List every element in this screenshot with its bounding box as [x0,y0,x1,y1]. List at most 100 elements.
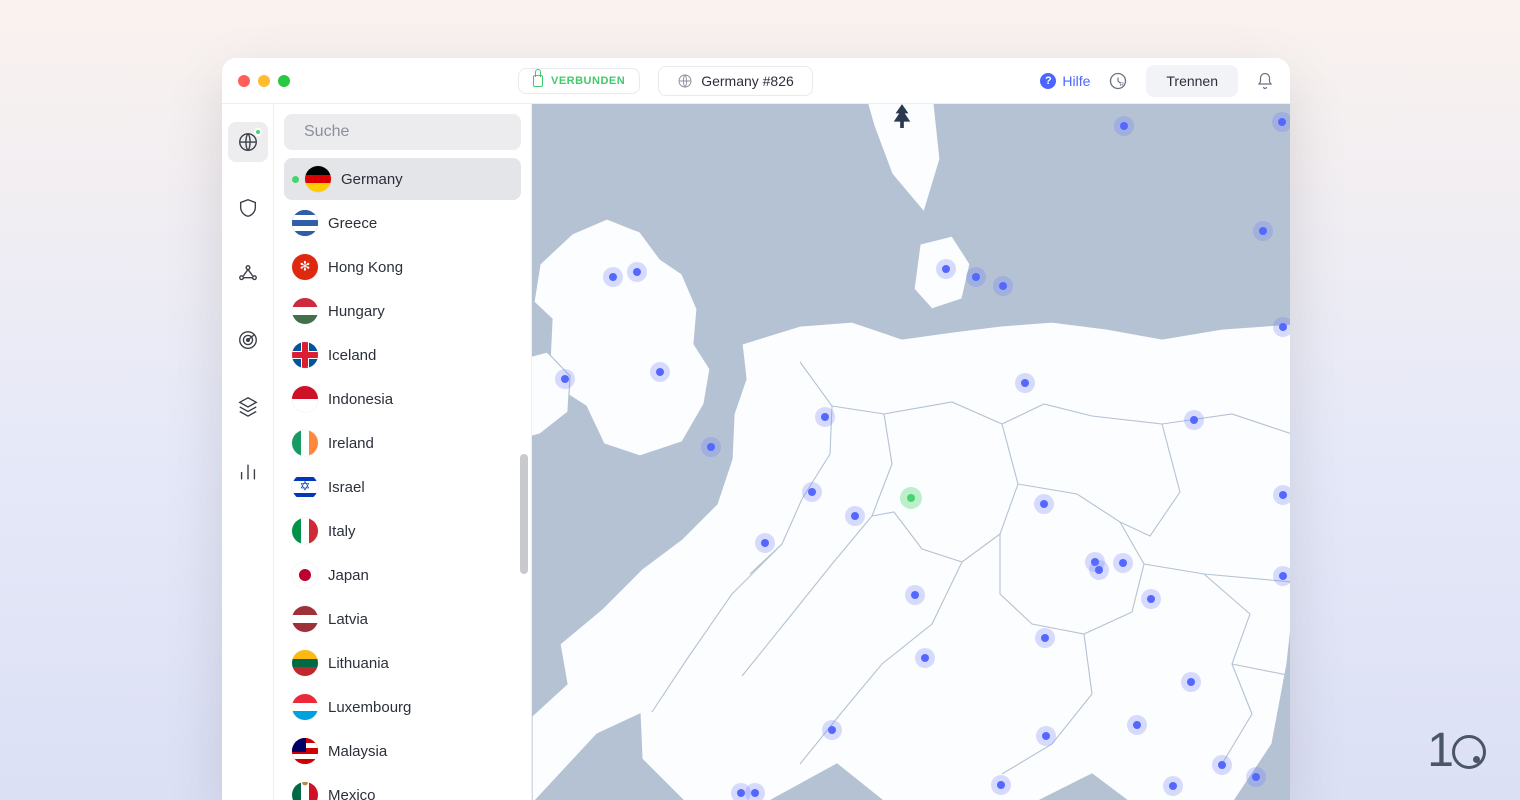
country-item-israel[interactable]: ✡Israel [284,466,521,508]
server-dot[interactable] [905,585,925,605]
minimize-window[interactable] [258,75,270,87]
server-dot[interactable] [1246,767,1266,787]
server-dot[interactable] [1184,410,1204,430]
server-dot[interactable] [915,648,935,668]
server-dot[interactable] [1114,116,1134,136]
server-dot[interactable] [1272,112,1290,132]
country-label: Japan [328,567,369,584]
notifications-icon[interactable] [1256,72,1274,90]
country-label: Hong Kong [328,259,403,276]
tree-pin-icon [891,104,913,135]
rail-shield[interactable] [228,188,268,228]
connected-dot-icon [254,128,262,136]
server-dot[interactable] [627,262,647,282]
country-item-hungary[interactable]: Hungary [284,290,521,332]
rail-browse[interactable] [228,122,268,162]
server-dot[interactable] [603,267,623,287]
country-item-italy[interactable]: Italy [284,510,521,552]
country-item-luxembourg[interactable]: Luxembourg [284,686,521,728]
server-dot[interactable] [650,362,670,382]
svg-text:R: R [1120,82,1124,88]
server-dot[interactable] [815,407,835,427]
disconnect-button[interactable]: Trennen [1146,65,1238,97]
country-label: Iceland [328,347,376,364]
server-dot[interactable] [1015,373,1035,393]
rail-stats[interactable] [228,452,268,492]
server-dot[interactable] [1089,560,1109,580]
country-item-ireland[interactable]: Ireland [284,422,521,464]
server-dot[interactable] [1181,672,1201,692]
country-item-indonesia[interactable]: Indonesia [284,378,521,420]
app-window: VERBUNDEN Germany #826 ? Hilfe R Trennen [222,58,1290,800]
server-dot[interactable] [966,267,986,287]
server-dot[interactable] [1163,776,1183,796]
server-dot[interactable] [1034,494,1054,514]
country-list-column: Germany Greece ✻ Hong Kong Hungary Iceland Ind… [274,104,532,800]
refresh-icon[interactable]: R [1108,71,1128,91]
close-window[interactable] [238,75,250,87]
zoom-window[interactable] [278,75,290,87]
server-dot[interactable] [802,482,822,502]
server-dot[interactable] [701,437,721,457]
server-dot[interactable] [1273,485,1290,505]
server-dot[interactable] [993,276,1013,296]
help-button[interactable]: ? Hilfe [1040,73,1090,89]
country-item-mexico[interactable]: Mexico [284,774,521,800]
server-dot-active[interactable] [901,488,921,508]
globe-icon [677,73,693,89]
window-controls [238,75,290,87]
server-dot[interactable] [1273,566,1290,586]
country-item-hong-kong[interactable]: ✻ Hong Kong [284,246,521,288]
country-item-malaysia[interactable]: Malaysia [284,730,521,772]
country-label: Mexico [328,787,376,800]
country-item-latvia[interactable]: Latvia [284,598,521,640]
rail-layers[interactable] [228,386,268,426]
server-dot[interactable] [1035,628,1055,648]
country-item-iceland[interactable]: Iceland [284,334,521,376]
rail-mesh[interactable] [228,254,268,294]
country-item-japan[interactable]: Japan [284,554,521,596]
flag-icon: ✻ [292,254,318,280]
location-pill[interactable]: Germany #826 [658,66,813,96]
flag-icon [292,738,318,764]
server-dot[interactable] [1141,589,1161,609]
server-dot[interactable] [1253,221,1273,241]
country-item-lithuania[interactable]: Lithuania [284,642,521,684]
server-dot[interactable] [1127,715,1147,735]
scrollbar-thumb[interactable] [520,454,528,574]
country-label: Ireland [328,435,374,452]
country-label: Indonesia [328,391,393,408]
flag-icon [292,782,318,800]
country-item-greece[interactable]: Greece [284,202,521,244]
server-dot[interactable] [745,783,765,800]
country-label: Hungary [328,303,385,320]
search-input[interactable] [304,123,511,141]
country-list: Germany Greece ✻ Hong Kong Hungary Iceland Ind… [284,158,521,800]
server-dot[interactable] [555,369,575,389]
country-label: Lithuania [328,655,389,672]
server-dot[interactable] [822,720,842,740]
server-dot[interactable] [755,533,775,553]
flag-icon [292,694,318,720]
country-label: Greece [328,215,377,232]
server-dot[interactable] [1113,553,1133,573]
server-dot[interactable] [1273,317,1290,337]
flag-icon [292,606,318,632]
country-item-germany[interactable]: Germany [284,158,521,200]
rail-radar[interactable] [228,320,268,360]
server-dot[interactable] [991,775,1011,795]
country-label: Luxembourg [328,699,411,716]
flag-icon [292,342,318,368]
server-dot[interactable] [845,506,865,526]
search-box[interactable] [284,114,521,150]
server-dot[interactable] [1036,726,1056,746]
map-view[interactable] [532,104,1290,800]
flag-icon: ✡ [292,474,318,500]
flag-icon [292,518,318,544]
map-land [532,104,1290,800]
server-dot[interactable] [1212,755,1232,775]
flag-icon [292,430,318,456]
country-label: Malaysia [328,743,387,760]
server-dot[interactable] [936,259,956,279]
flag-icon [305,166,331,192]
